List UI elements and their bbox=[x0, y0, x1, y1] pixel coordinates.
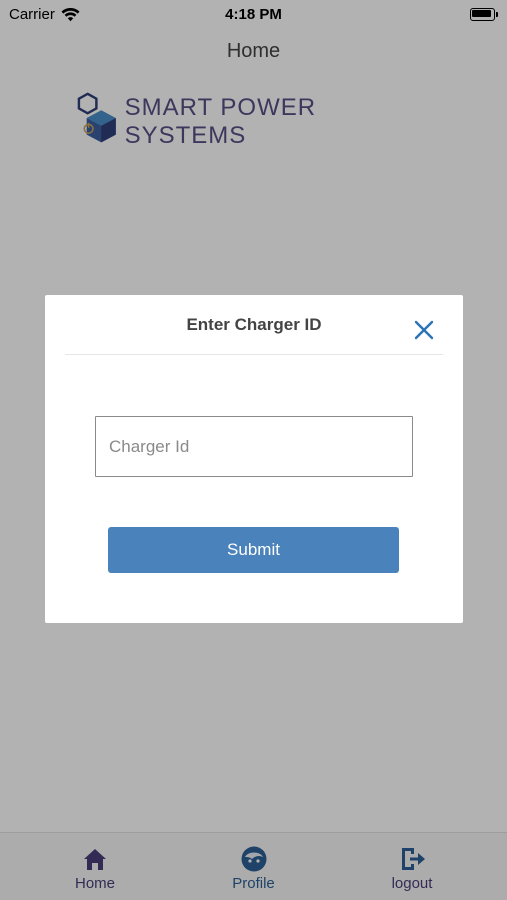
dialog-title: Enter Charger ID bbox=[186, 315, 322, 334]
dialog-divider bbox=[65, 354, 443, 355]
charger-id-input[interactable] bbox=[95, 416, 413, 477]
close-icon[interactable] bbox=[413, 319, 435, 341]
submit-button[interactable]: Submit bbox=[108, 527, 399, 573]
charger-id-dialog: Enter Charger ID Submit bbox=[45, 295, 463, 623]
